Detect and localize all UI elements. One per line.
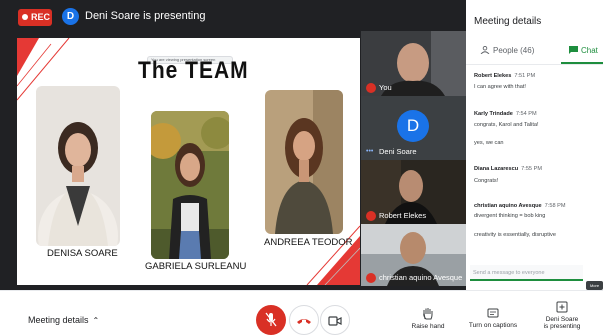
presenter-avatar: D [62, 8, 79, 25]
record-dot-icon [22, 14, 28, 20]
recording-badge: REC [18, 9, 52, 26]
chat-icon [569, 46, 578, 54]
chat-message-text: I can agree with that! [474, 84, 526, 90]
participant-tile-christian[interactable]: christian aquino Avesque [361, 224, 466, 286]
speaking-indicator-icon: ••• [366, 148, 374, 155]
side-panel: Meeting details People (46) Chat Robert … [466, 0, 603, 297]
chat-message-text: congrats, Karol and Talita! [474, 122, 539, 128]
presenting-label-1: Deni Soare [545, 316, 579, 323]
captions-button[interactable]: Turn on captions [465, 307, 521, 329]
chat-message-author: Karly Trindade 7:54 PM [474, 111, 537, 117]
presenting-label-2: is presenting [543, 323, 581, 330]
bottom-toolbar: Meeting details ⌃ Raise hand Turn on cap… [0, 290, 603, 336]
participant-tile-robert[interactable]: Robert Elekes [361, 160, 466, 224]
meeting-details-button[interactable]: Meeting details ⌃ [28, 315, 99, 325]
meeting-stage: REC D Deni Soare is presenting You are v… [0, 0, 466, 290]
raise-hand-icon [423, 308, 433, 320]
member-name-2: GABRIELA SURLEANU [145, 261, 247, 272]
chat-message-text: divergent thinking = bob king [474, 213, 546, 219]
mic-off-icon [366, 211, 376, 221]
chat-message-author: christian aquino Avesque 7:58 PM [474, 203, 566, 209]
presenting-status: Deni Soare is presenting [85, 10, 206, 22]
member-name-1: DENISA SOARE [47, 248, 118, 259]
mic-off-icon [366, 83, 376, 93]
participant-tile-you[interactable]: You [361, 31, 466, 96]
leave-call-button[interactable] [289, 305, 319, 335]
chat-message-author: Robert Elekes 7:51 PM [474, 73, 536, 79]
mic-off-icon [366, 273, 376, 283]
captions-icon [487, 308, 499, 318]
chat-message-author: Diana Lazarescu 7:55 PM [474, 166, 542, 172]
presenting-button[interactable]: Deni Soare is presenting [537, 301, 587, 330]
captions-label: Turn on captions [468, 322, 518, 329]
video-camera-icon [328, 316, 342, 326]
mic-off-icon [265, 312, 277, 327]
panel-title: Meeting details [474, 16, 542, 27]
presentation-slide: You are viewing presentation screen The … [17, 38, 360, 285]
present-screen-icon [556, 301, 568, 313]
phone-hangup-icon [297, 319, 311, 324]
raise-hand-label: Raise hand [411, 323, 445, 330]
member-name-3: ANDREEA TEODOR [264, 237, 353, 248]
chat-message-text: Congrats! [474, 178, 499, 184]
recording-label: REC [31, 12, 51, 22]
chat-message-text: creativity is essentially, disruptive [474, 232, 556, 238]
microphone-toggle-button[interactable] [256, 305, 286, 335]
participant-name: christian aquino Avesque [379, 273, 463, 282]
member-photo-andreea [265, 90, 343, 234]
member-photo-denisa [36, 86, 120, 246]
tab-divider [466, 64, 603, 65]
tab-people[interactable]: People (46) [480, 45, 535, 55]
meeting-details-label: Meeting details [28, 315, 89, 325]
participant-name: Deni Soare [379, 147, 417, 156]
participant-name: Robert Elekes [379, 211, 427, 220]
more-options-button[interactable]: More options [586, 281, 603, 297]
tab-chat[interactable]: Chat [569, 46, 598, 55]
chevron-up-icon: ⌃ [92, 316, 100, 325]
people-icon [480, 45, 490, 55]
participant-tile-deni[interactable]: D ••• Deni Soare [361, 96, 466, 160]
tab-people-label: People (46) [493, 46, 535, 55]
participant-avatar: D [397, 110, 429, 142]
tab-chat-label: Chat [581, 46, 598, 55]
raise-hand-button[interactable]: Raise hand [406, 307, 450, 330]
member-photo-gabriela [151, 111, 229, 259]
chat-message-text: yes, we can [474, 140, 504, 146]
slide-title: The TEAM [138, 57, 249, 84]
participant-name: You [379, 83, 392, 92]
chat-message-input[interactable]: Send a message to everyone [470, 265, 583, 281]
camera-toggle-button[interactable] [320, 305, 350, 335]
meet-window: REC D Deni Soare is presenting You are v… [0, 0, 603, 336]
